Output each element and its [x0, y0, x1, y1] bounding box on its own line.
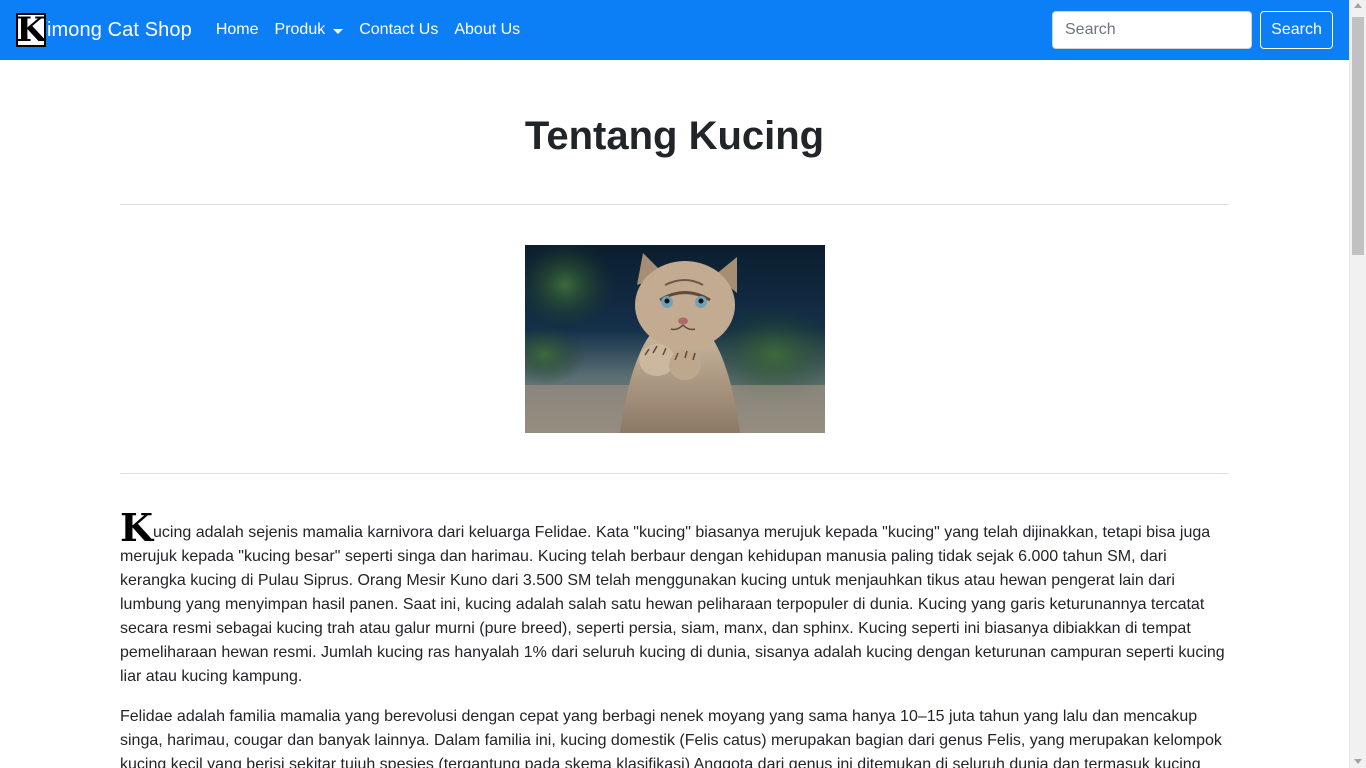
nav-contact-label: Contact Us: [359, 21, 439, 38]
paragraph-text: ucing adalah sejenis mamalia karnivora d…: [120, 524, 1225, 685]
scroll-up-icon[interactable]: [1354, 3, 1362, 8]
page-title: Tentang Kucing: [524, 114, 825, 158]
search-input[interactable]: [1052, 11, 1252, 49]
dropcap: K: [120, 505, 154, 550]
scroll-thumb[interactable]: [1352, 17, 1364, 255]
kitten-image: [524, 245, 825, 433]
brand-name: imong Cat Shop: [47, 18, 192, 41]
nav-home[interactable]: Home: [216, 21, 259, 39]
divider: [120, 204, 1229, 205]
scroll-down-icon[interactable]: [1354, 759, 1362, 764]
chevron-down-icon: [333, 28, 344, 34]
search-form: Search: [1052, 11, 1333, 49]
main-content: Tentang Kucing Kucing adalah sejenis mam…: [120, 60, 1229, 768]
nav-contact[interactable]: Contact Us: [359, 21, 438, 39]
brand-link[interactable]: K imong Cat Shop: [16, 0, 192, 60]
nav-about-label: About Us: [454, 21, 521, 38]
brand-logo: K: [16, 13, 46, 47]
nav-home-label: Home: [215, 21, 259, 38]
divider: [120, 473, 1229, 474]
navbar: K imong Cat Shop Home Produk Contact Us …: [0, 0, 1349, 60]
paragraph: Felidae adalah familia mamalia yang bere…: [120, 708, 1222, 768]
search-button[interactable]: Search: [1260, 11, 1333, 49]
nav-about[interactable]: About Us: [454, 21, 520, 39]
nav-produk-label: Produk: [274, 21, 326, 38]
scrollbar[interactable]: [1349, 0, 1366, 768]
nav-links: Home Produk Contact Us About Us: [216, 21, 536, 39]
paragraph: Kucing adalah sejenis mamalia karnivora …: [120, 509, 1229, 689]
hero-image-wrapper: [120, 245, 1229, 433]
nav-produk-dropdown[interactable]: Produk: [275, 21, 344, 39]
